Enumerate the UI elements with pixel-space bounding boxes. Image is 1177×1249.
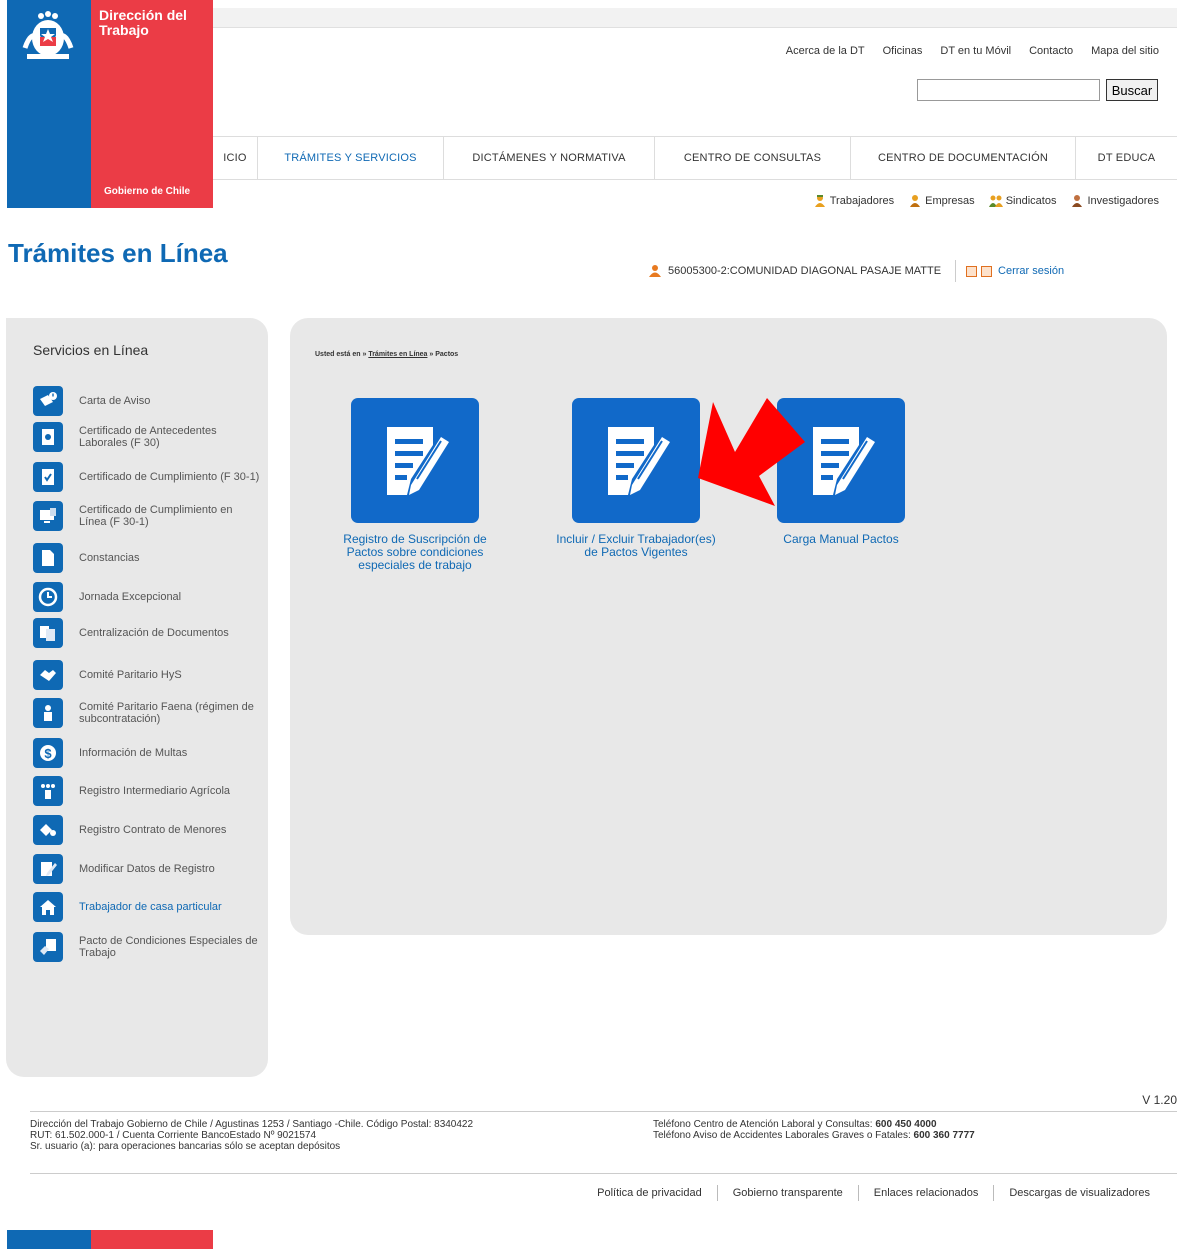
page-title: Trámites en Línea <box>8 238 228 268</box>
user-bar: 56005300-2:COMUNIDAD DIAGONAL PASAJE MAT… <box>648 260 1064 282</box>
audience-investigadores[interactable]: Investigadores <box>1070 194 1159 208</box>
close-session-icon[interactable] <box>981 265 993 277</box>
worker-person-icon <box>814 195 825 207</box>
tile-incluir-excluir-button[interactable] <box>572 398 700 523</box>
people-icon <box>33 776 63 806</box>
footer-link-transparente[interactable]: Gobierno transparente <box>716 1185 858 1201</box>
children-icon <box>33 815 63 845</box>
footer-brand-blue <box>7 1230 91 1249</box>
sidebar-item-comite-faena[interactable]: Comité Paritario Faena (régimen de subco… <box>33 698 263 728</box>
footer-address: Dirección del Trabajo Gobierno de Chile … <box>30 1119 474 1152</box>
audience-empresas[interactable]: Empresas <box>908 194 975 208</box>
business-person-icon <box>910 195 921 207</box>
sidebar-item-carta-aviso[interactable]: Carta de Aviso <box>33 386 263 416</box>
sidebar-item-constancias[interactable]: Constancias <box>33 543 263 573</box>
sidebar-item-modificar-datos[interactable]: Modificar Datos de Registro <box>33 854 263 884</box>
top-links: Acerca de la DT Oficinas DT en tu Móvil … <box>786 45 1159 57</box>
logout-link[interactable]: Cerrar sesión <box>998 265 1064 277</box>
top-link-contact[interactable]: Contacto <box>1029 45 1073 57</box>
house-icon <box>33 892 63 922</box>
header-top-band <box>213 8 1177 28</box>
footer-link-descargas[interactable]: Descargas de visualizadores <box>993 1185 1165 1201</box>
breadcrumb-link-tramites[interactable]: Trámites en Línea <box>368 351 427 358</box>
top-link-mobile[interactable]: DT en tu Móvil <box>940 45 1011 57</box>
dollar-icon: $ <box>33 738 63 768</box>
footer-brand-red <box>91 1230 213 1249</box>
nav-consultas[interactable]: CENTRO DE CONSULTAS <box>655 137 851 179</box>
edit-icon <box>33 854 63 884</box>
envelope-alert-icon <box>33 386 63 416</box>
footer-phones: Teléfono Centro de Atención Laboral y Co… <box>653 1119 975 1141</box>
svg-text:$: $ <box>44 746 52 761</box>
main-nav: ICIO TRÁMITES Y SERVICIOS DICTÁMENES Y N… <box>213 136 1177 180</box>
main-panel: Usted está en » Trámites en Línea » Pact… <box>290 318 1167 935</box>
certificate-check-icon <box>33 462 63 492</box>
tile-registro-pactos-label[interactable]: Registro de Suscripción de Pactos sobre … <box>335 533 495 572</box>
nav-dt-educa[interactable]: DT EDUCA <box>1076 137 1177 179</box>
group-people-icon <box>988 195 1003 207</box>
footer-brand-bar <box>7 1230 213 1249</box>
version-label: V 1.20 <box>1142 1093 1177 1107</box>
site-logo[interactable]: Dirección del Trabajo Gobierno de Chile <box>7 0 213 208</box>
top-link-about[interactable]: Acerca de la DT <box>786 45 865 57</box>
red-arrow-annotation <box>698 398 805 506</box>
nav-home[interactable]: ICIO <box>213 137 258 179</box>
search-button[interactable]: Buscar <box>1106 79 1158 101</box>
tile-incluir-excluir[interactable]: Incluir / Excluir Trabajador(es) de Pact… <box>556 398 716 559</box>
sidebar-item-centralizacion[interactable]: Centralización de Documentos <box>33 618 263 648</box>
tile-registro-pactos[interactable]: Registro de Suscripción de Pactos sobre … <box>335 398 495 572</box>
audience-sindicatos[interactable]: Sindicatos <box>988 194 1056 208</box>
sidebar-item-multas[interactable]: $ Información de Multas <box>33 738 263 768</box>
sidebar-item-certificado-online[interactable]: Certificado de Cumplimiento en Línea (F … <box>33 501 263 531</box>
sidebar-item-comite-hys[interactable]: Comité Paritario HyS <box>33 660 263 690</box>
search-input[interactable] <box>917 79 1100 101</box>
footer-link-enlaces[interactable]: Enlaces relacionados <box>857 1185 994 1201</box>
user-identity: 56005300-2:COMUNIDAD DIAGONAL PASAJE MAT… <box>668 265 942 277</box>
clock-icon <box>33 582 63 612</box>
nav-dictamenes[interactable]: DICTÁMENES Y NORMATIVA <box>444 137 655 179</box>
phone-consultas: 600 450 4000 <box>875 1119 937 1130</box>
top-link-sitemap[interactable]: Mapa del sitio <box>1091 45 1159 57</box>
handshake-icon <box>33 660 63 690</box>
phone-accidentes: 600 360 7777 <box>913 1130 975 1141</box>
footer-divider-2 <box>30 1173 1177 1174</box>
nav-tramites[interactable]: TRÁMITES Y SERVICIOS <box>258 137 444 179</box>
sidebar-item-menores[interactable]: Registro Contrato de Menores <box>33 815 263 845</box>
footer-link-privacidad[interactable]: Política de privacidad <box>582 1185 717 1201</box>
document-edit-icon <box>608 426 670 495</box>
sidebar-item-casa-particular[interactable]: Trabajador de casa particular <box>33 892 263 922</box>
certificate-icon <box>33 422 63 452</box>
search-form: Buscar <box>917 79 1158 101</box>
logo-title: Dirección del Trabajo <box>99 7 187 38</box>
nav-documentacion[interactable]: CENTRO DE DOCUMENTACIÓN <box>851 137 1076 179</box>
document-icon <box>33 543 63 573</box>
footer-links: Política de privacidad Gobierno transpar… <box>582 1185 1165 1201</box>
audience-trabajadores[interactable]: Trabajadores <box>813 194 894 208</box>
sidebar-title: Servicios en Línea <box>33 342 149 358</box>
logo-government: Gobierno de Chile <box>104 186 191 197</box>
coat-of-arms-icon <box>22 11 74 59</box>
top-link-offices[interactable]: Oficinas <box>883 45 923 57</box>
worker-icon <box>33 698 63 728</box>
user-icon <box>649 265 661 277</box>
sidebar-item-certificado-antecedentes[interactable]: Certificado de Antecedentes Laborales (F… <box>33 422 263 452</box>
audience-links: Trabajadores Empresas Sindicatos Investi… <box>813 194 1159 208</box>
tile-registro-pactos-button[interactable] <box>351 398 479 523</box>
tile-carga-manual-label[interactable]: Carga Manual Pactos <box>761 533 921 546</box>
sidebar-item-pacto-condiciones[interactable]: Pacto de Condiciones Especiales de Traba… <box>33 932 263 962</box>
sidebar: Servicios en Línea Carta de Aviso Certif… <box>6 318 268 1077</box>
tile-incluir-excluir-label[interactable]: Incluir / Excluir Trabajador(es) de Pact… <box>556 533 716 559</box>
researcher-person-icon <box>1072 195 1083 207</box>
user-bar-divider <box>955 260 957 282</box>
document-edit-icon <box>387 426 449 495</box>
footer-divider <box>30 1111 1177 1112</box>
breadcrumb: Usted está en » Trámites en Línea » Pact… <box>315 351 459 358</box>
agreement-icon <box>33 932 63 962</box>
computer-certificate-icon <box>33 501 63 531</box>
sidebar-item-certificado-cumplimiento[interactable]: Certificado de Cumplimiento (F 30-1) <box>33 462 263 492</box>
sidebar-item-intermediario[interactable]: Registro Intermediario Agrícola <box>33 776 263 806</box>
help-icon[interactable] <box>966 265 978 277</box>
sidebar-item-jornada[interactable]: Jornada Excepcional <box>33 582 263 612</box>
documents-icon <box>33 618 63 648</box>
